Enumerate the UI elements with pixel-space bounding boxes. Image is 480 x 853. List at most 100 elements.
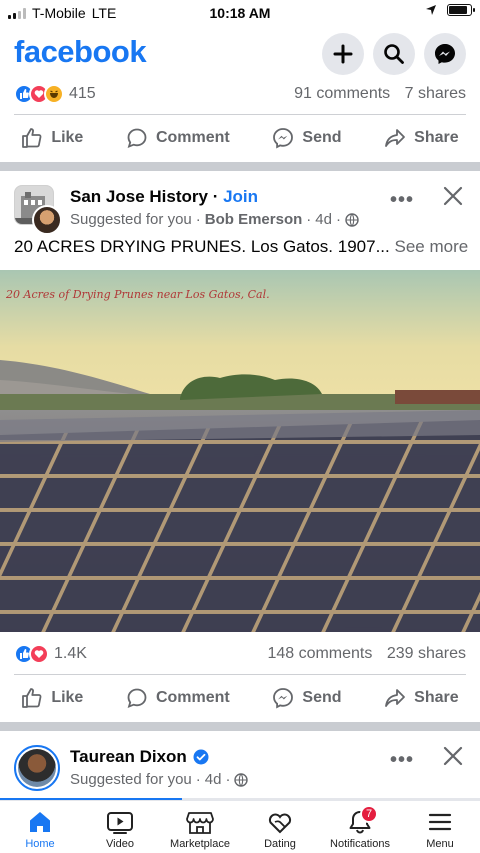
suggested-label: Suggested for you — [70, 211, 192, 228]
join-link[interactable]: Join — [223, 187, 258, 206]
thumbs-up-icon — [22, 128, 42, 148]
post-photo[interactable]: 20 Acres of Drying Prunes near Los Gatos… — [0, 270, 480, 632]
post-separator — [0, 722, 480, 731]
search-button[interactable] — [373, 33, 415, 75]
post-age[interactable]: 4d — [205, 771, 222, 788]
meta-separator: · — [306, 211, 312, 228]
post-actions: Like Comment Send Share — [0, 676, 480, 720]
thumbs-up-icon — [22, 688, 42, 708]
comment-button[interactable]: Comment — [126, 127, 230, 149]
author-avatar[interactable] — [32, 205, 62, 235]
messenger-send-icon — [273, 688, 294, 709]
messenger-send-icon — [273, 128, 294, 149]
create-button[interactable] — [322, 33, 364, 75]
meta-separator: · — [335, 211, 341, 228]
like-label: Like — [51, 689, 84, 706]
tab-label: Dating — [264, 838, 296, 850]
post-header: San Jose History · Join Suggested for yo… — [0, 185, 480, 237]
reaction-count[interactable]: 415 — [69, 85, 96, 103]
globe-icon — [234, 772, 249, 787]
post-separator — [0, 162, 480, 171]
tab-label: Marketplace — [170, 838, 230, 850]
more-options-button[interactable]: ••• — [390, 189, 414, 212]
share-button[interactable]: Share — [384, 127, 459, 149]
facebook-logo[interactable]: facebook — [14, 34, 147, 70]
hide-post-button[interactable] — [442, 185, 464, 212]
messenger-icon — [435, 44, 455, 64]
comment-count[interactable]: 91 comments — [294, 85, 390, 102]
post-reactions: 1.4K 148 comments 239 shares — [14, 641, 466, 667]
meta-separator: · — [195, 211, 201, 228]
haha-reaction-icon — [44, 84, 64, 104]
notification-badge: 7 — [360, 805, 378, 823]
post-body: 20 ACRES DRYING PRUNES. Los Gatos. 1907.… — [14, 237, 390, 256]
send-button[interactable]: Send — [272, 687, 342, 709]
like-button[interactable]: Like — [21, 687, 83, 709]
love-reaction-icon — [29, 644, 49, 664]
prev-post-reactions: 415 91 comments 7 shares — [14, 81, 466, 107]
meta-separator: · — [225, 771, 231, 788]
tab-label: Home — [25, 838, 55, 850]
bottom-tab-bar: Home Video Marketplace Dating 7 Notifica… — [0, 800, 480, 853]
profile-avatar[interactable] — [14, 745, 60, 791]
page-name[interactable]: San Jose History — [70, 187, 208, 206]
share-count[interactable]: 239 shares — [387, 645, 466, 662]
top-header: facebook — [0, 30, 480, 80]
reaction-count[interactable]: 1.4K — [54, 645, 87, 663]
send-button[interactable]: Send — [272, 127, 342, 149]
share-arrow-icon — [385, 689, 406, 707]
close-icon — [443, 186, 463, 206]
comment-count[interactable]: 148 comments — [267, 645, 372, 662]
tab-label: Notifications — [330, 838, 390, 850]
close-icon — [443, 746, 463, 766]
tab-label: Menu — [426, 838, 454, 850]
suggested-label: Suggested for you — [70, 771, 192, 788]
divider — [14, 674, 466, 675]
hide-post-button[interactable] — [442, 745, 464, 772]
title-separator: · — [212, 187, 219, 206]
globe-icon — [345, 212, 359, 227]
comment-icon — [127, 128, 147, 148]
verified-badge-icon — [193, 749, 209, 765]
tab-notifications[interactable]: 7 Notifications — [320, 801, 400, 853]
share-label: Share — [414, 689, 459, 706]
avatar-group[interactable] — [14, 745, 62, 793]
plus-icon — [333, 44, 353, 64]
avatar-group[interactable] — [14, 185, 62, 235]
prev-post-actions: Like Comment Send Share — [0, 116, 480, 160]
comment-button[interactable]: Comment — [126, 687, 230, 709]
like-button[interactable]: Like — [21, 127, 83, 149]
tab-home[interactable]: Home — [0, 801, 80, 853]
profile-name[interactable]: Taurean Dixon — [70, 747, 187, 767]
send-label: Send — [302, 129, 342, 146]
divider — [14, 114, 466, 115]
share-arrow-icon — [385, 129, 406, 147]
comment-label: Comment — [155, 689, 230, 706]
search-icon — [384, 44, 404, 64]
author-name[interactable]: Bob Emerson — [205, 211, 303, 228]
home-icon — [30, 812, 50, 832]
messenger-button[interactable] — [424, 33, 466, 75]
like-label: Like — [51, 129, 84, 146]
clock: 10:18 AM — [209, 5, 271, 21]
comment-icon — [127, 688, 147, 708]
battery-icon — [447, 4, 475, 16]
tab-label: Video — [106, 838, 134, 850]
dating-icon — [268, 813, 292, 834]
post-text[interactable]: 20 ACRES DRYING PRUNES. Los Gatos. 1907.… — [14, 237, 470, 257]
photo-caption: 20 Acres of Drying Prunes near Los Gatos… — [6, 288, 270, 301]
tab-menu[interactable]: Menu — [400, 801, 480, 853]
status-bar: T-Mobile LTE 10:18 AM — [0, 0, 480, 26]
menu-icon — [428, 813, 452, 831]
share-count[interactable]: 7 shares — [405, 85, 466, 102]
meta-separator: · — [195, 771, 201, 788]
tab-video[interactable]: Video — [80, 801, 160, 853]
see-more-link[interactable]: See more — [394, 237, 468, 256]
marketplace-icon — [186, 812, 214, 834]
more-options-button[interactable]: ••• — [390, 749, 414, 772]
share-label: Share — [414, 129, 459, 146]
share-button[interactable]: Share — [384, 687, 459, 709]
post-age[interactable]: 4d — [315, 211, 332, 228]
tab-dating[interactable]: Dating — [240, 801, 320, 853]
tab-marketplace[interactable]: Marketplace — [160, 801, 240, 853]
